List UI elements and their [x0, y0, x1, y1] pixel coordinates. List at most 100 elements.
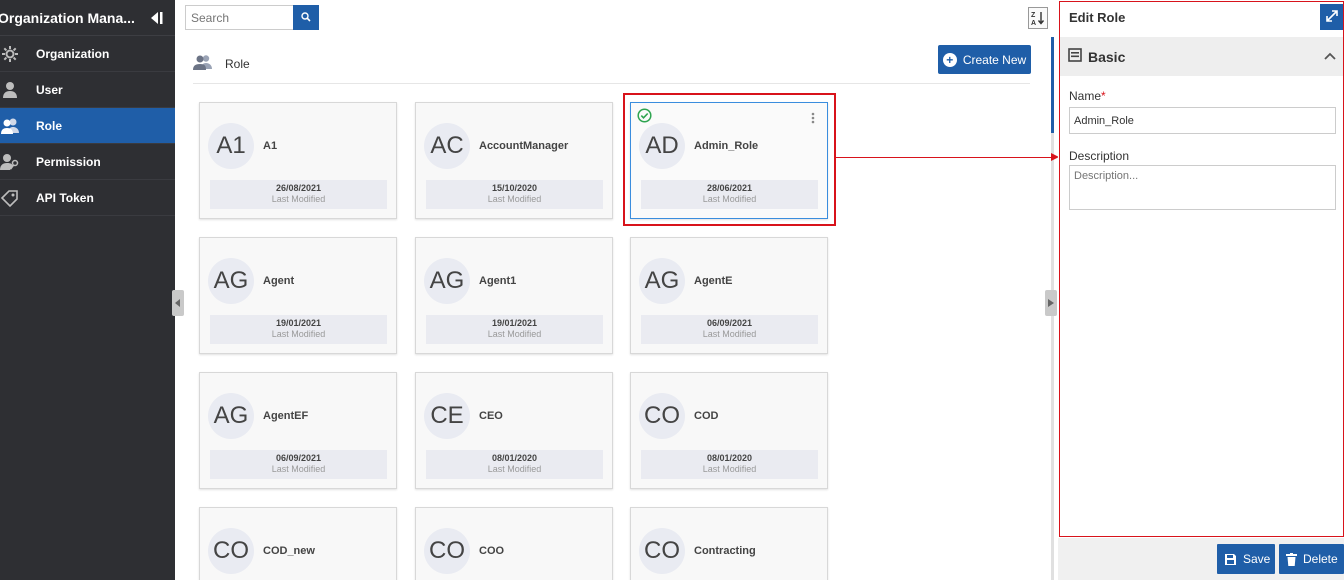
role-group-icon [193, 54, 213, 73]
create-new-label: Create New [962, 52, 1027, 67]
role-name: Agent [263, 275, 295, 287]
role-card-selected[interactable]: AD Admin_Role 28/06/2021 Last Modified [630, 102, 828, 219]
role-card[interactable]: CO COD_new [199, 507, 397, 580]
role-name: AccountManager [479, 140, 569, 152]
caret-left-icon [175, 296, 181, 310]
section-title: Basic [1088, 48, 1126, 65]
role-card[interactable]: CE CEO 08/01/2020 Last Modified [415, 372, 613, 489]
caret-right-icon [1048, 296, 1054, 310]
delete-button[interactable]: Delete [1279, 544, 1344, 574]
card-footer: 06/09/2021 Last Modified [210, 450, 387, 479]
modified-label: Last Modified [271, 464, 326, 474]
avatar: AC [424, 123, 470, 169]
check-circle-icon [637, 108, 652, 126]
sidebar-item-organization[interactable]: Organization [0, 36, 175, 72]
collapse-panel-handle[interactable] [1045, 290, 1057, 316]
form-icon [1068, 48, 1082, 65]
card-footer: 26/08/2021 Last Modified [210, 180, 387, 209]
name-label-text: Name [1069, 89, 1102, 103]
role-name: COO [479, 545, 505, 557]
description-field[interactable] [1069, 165, 1336, 210]
modified-date: 26/08/2021 [275, 183, 322, 193]
role-card[interactable]: AG Agent 19/01/2021 Last Modified [199, 237, 397, 354]
user-icon [0, 81, 34, 99]
avatar: CO [208, 528, 254, 574]
more-options-icon[interactable] [811, 112, 815, 124]
modified-label: Last Modified [487, 464, 542, 474]
sidebar-header: Organization Mana... [0, 0, 175, 36]
name-field[interactable] [1069, 107, 1336, 134]
avatar: CO [639, 528, 685, 574]
avatar: AG [208, 258, 254, 304]
card-footer: 19/01/2021 Last Modified [426, 315, 603, 344]
sort-az-icon: ZA [1030, 10, 1046, 27]
sidebar-item-user[interactable]: User [0, 72, 175, 108]
modified-label: Last Modified [487, 329, 542, 339]
modified-label: Last Modified [702, 464, 757, 474]
sort-az-button[interactable]: ZA [1028, 7, 1048, 29]
role-card[interactable]: CO COO [415, 507, 613, 580]
sidebar-item-permission[interactable]: Permission [0, 144, 175, 180]
basic-section-header[interactable]: Basic [1060, 37, 1344, 76]
card-footer: 08/01/2020 Last Modified [641, 450, 818, 479]
panel-title: Edit Role [1069, 10, 1126, 25]
scrollbar-thumb[interactable] [1051, 37, 1054, 133]
save-button[interactable]: Save [1217, 544, 1275, 574]
collapse-sidebar-icon[interactable] [149, 11, 163, 25]
section-title: Role [225, 56, 250, 71]
trash-icon [1286, 552, 1297, 566]
svg-text:Z: Z [1031, 12, 1036, 19]
search-bar [185, 5, 319, 30]
expand-icon [1325, 9, 1339, 26]
modified-date: 19/01/2021 [275, 318, 322, 328]
modified-label: Last Modified [702, 329, 757, 339]
sidebar-item-label: Role [36, 118, 63, 133]
avatar: AG [208, 393, 254, 439]
role-card[interactable]: AG AgentE 06/09/2021 Last Modified [630, 237, 828, 354]
card-footer: 08/01/2020 Last Modified [426, 450, 603, 479]
role-card[interactable]: AG AgentEF 06/09/2021 Last Modified [199, 372, 397, 489]
edit-role-panel: Edit Role Basic Name* Description [1058, 0, 1344, 580]
plus-circle-icon: + [942, 52, 957, 67]
role-name: COD_new [263, 545, 315, 557]
user-key-icon [0, 153, 34, 171]
sidebar-item-api-token[interactable]: API Token [0, 180, 175, 216]
sidebar-item-role[interactable]: Role [0, 108, 175, 144]
sidebar-item-label: Permission [36, 154, 101, 169]
avatar: CE [424, 393, 470, 439]
expand-panel-button[interactable] [1320, 4, 1344, 30]
role-name: AgentEF [263, 410, 309, 422]
delete-label: Delete [1303, 552, 1338, 566]
main-content: ZA Role + Create New A1 [172, 0, 1058, 580]
sidebar-title: Organization Mana... [0, 9, 135, 26]
required-mark: * [1101, 89, 1106, 103]
avatar: AG [639, 258, 685, 304]
sidebar-item-label: User [36, 82, 63, 97]
collapse-sidebar-handle[interactable] [172, 290, 184, 316]
name-label: Name* [1069, 89, 1106, 103]
sidebar: Organization Mana... Organization User R… [0, 0, 175, 580]
role-card[interactable]: AC AccountManager 15/10/2020 Last Modifi… [415, 102, 613, 219]
role-card[interactable]: AG Agent1 19/01/2021 Last Modified [415, 237, 613, 354]
avatar: AD [639, 123, 685, 169]
avatar: CO [424, 528, 470, 574]
role-card[interactable]: A1 A1 26/08/2021 Last Modified [199, 102, 397, 219]
chevron-up-icon[interactable] [1324, 49, 1336, 63]
sidebar-item-label: Organization [36, 46, 110, 61]
role-card[interactable]: CO Contracting [630, 507, 828, 580]
role-name: Contracting [694, 545, 756, 557]
search-input[interactable] [185, 5, 293, 30]
role-name: COD [694, 410, 719, 422]
search-icon [301, 11, 311, 25]
card-footer: 15/10/2020 Last Modified [426, 180, 603, 209]
modified-date: 28/06/2021 [706, 183, 753, 193]
scrollbar-track[interactable] [1051, 133, 1054, 580]
save-icon [1224, 553, 1237, 566]
create-new-button[interactable]: + Create New [938, 45, 1031, 74]
search-button[interactable] [293, 5, 319, 30]
card-footer: 28/06/2021 Last Modified [641, 180, 818, 209]
role-card[interactable]: CO COD 08/01/2020 Last Modified [630, 372, 828, 489]
modified-label: Last Modified [702, 194, 757, 204]
role-name: Admin_Role [694, 140, 759, 152]
modified-label: Last Modified [271, 329, 326, 339]
